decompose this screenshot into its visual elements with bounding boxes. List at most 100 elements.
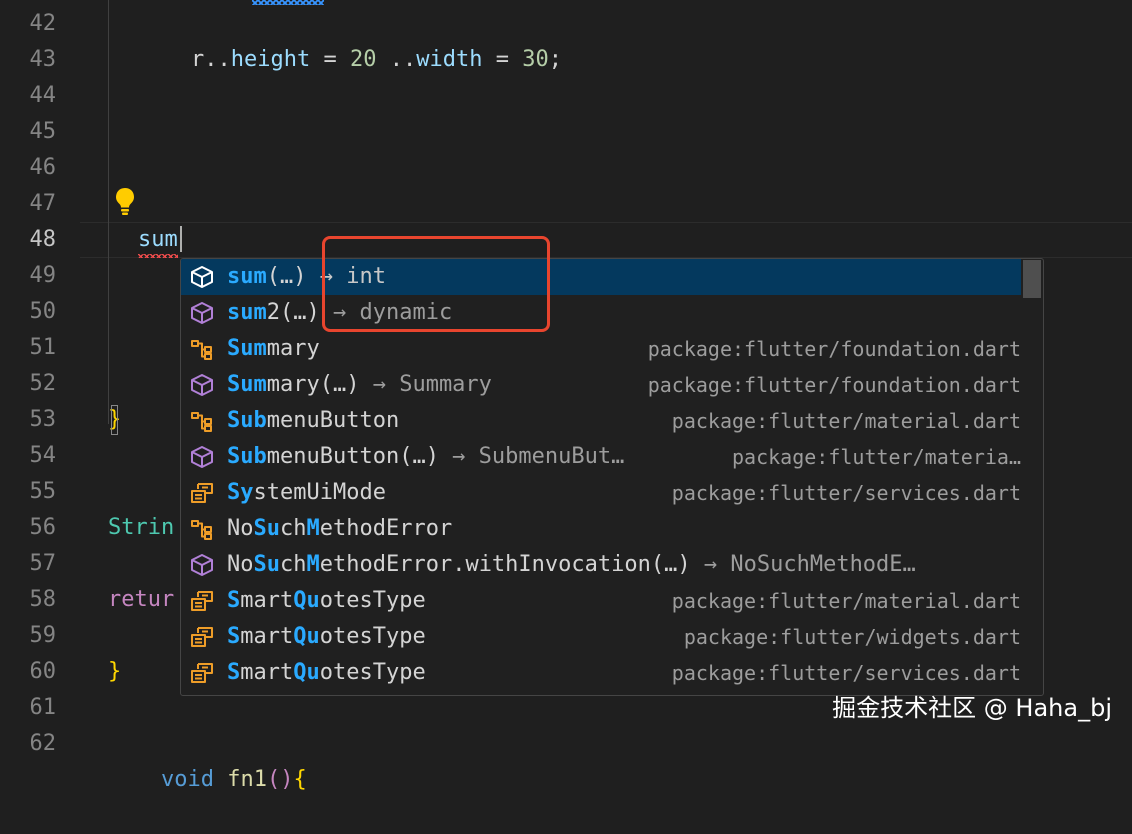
- method-icon: [191, 554, 213, 576]
- detail-text: → NoSuchMethodE…: [690, 552, 916, 577]
- suggestion-item[interactable]: NoSuchMethodError: [181, 511, 1021, 547]
- lightbulb-icon[interactable]: [114, 186, 136, 216]
- line-number: 62: [29, 731, 57, 756]
- suggestion-label: SubmenuButton(…) → SubmenuBut…: [227, 439, 624, 475]
- method-icon: [191, 266, 213, 288]
- suggestion-item[interactable]: SmartQuotesType package:flutter/widgets.…: [181, 619, 1021, 655]
- suggestion-label: NoSuchMethodError: [227, 516, 453, 541]
- suggestion-source: package:flutter/material.dart: [671, 409, 1021, 433]
- line-number: 42: [29, 11, 57, 36]
- line-number: 58: [29, 587, 57, 612]
- class-icon: [191, 520, 212, 540]
- code-token: {: [293, 767, 307, 792]
- suggestion-item[interactable]: SystemUiMode package:flutter/services.da…: [181, 475, 1021, 511]
- method-icon: [191, 446, 213, 468]
- code-token: fn1: [227, 767, 267, 792]
- closing-brace: }: [108, 402, 121, 438]
- match-text: Sub: [227, 444, 267, 469]
- line-number: 57: [29, 551, 57, 576]
- suggestion-item[interactable]: Summary(…) → Summary package:flutter/fou…: [181, 367, 1021, 403]
- label-text: mary: [266, 336, 320, 361]
- suggestion-item[interactable]: SubmenuButton(…) → SubmenuBut… package:f…: [181, 439, 1021, 475]
- suggestion-label: SubmenuButton: [227, 403, 399, 439]
- info-squiggle: [252, 0, 324, 5]
- code-token: void: [160, 767, 214, 792]
- code-token: ..: [376, 47, 417, 72]
- suggestion-label: SmartQuotesType: [227, 660, 426, 685]
- suggestion-label: Summary: [227, 331, 320, 367]
- annotation-highlight-box: [322, 236, 550, 332]
- enum-icon: [191, 591, 213, 611]
- line-number: 56: [29, 515, 57, 540]
- suggestion-label: NoSuchMethodError.withInvocation(…) → No…: [227, 552, 916, 577]
- match-text: sum: [227, 300, 267, 325]
- line-number: 50: [29, 299, 57, 324]
- suggestion-source: package:flutter/foundation.dart: [647, 337, 1021, 361]
- match-text: Sub: [227, 408, 267, 433]
- code-token: 30: [522, 47, 549, 72]
- suggestion-label: SmartQuotesType: [227, 624, 426, 649]
- line-number: 51: [29, 335, 57, 360]
- code-editor[interactable]: 42 43 44 45 46 47 48 49 50 51 52 53 54 5…: [0, 0, 1132, 792]
- class-icon: [191, 340, 212, 360]
- watermark: 掘金技术社区 @ Haha_bj: [832, 694, 1112, 722]
- line-number-active: 48: [29, 227, 57, 252]
- code-line-58[interactable]: retur: [108, 582, 174, 618]
- typed-identifier[interactable]: sum: [138, 222, 178, 258]
- enum-icon: [191, 663, 213, 683]
- suggestion-label: Summary(…) → Summary: [227, 367, 492, 403]
- match-text: sum: [227, 264, 267, 289]
- enum-icon: [191, 483, 213, 503]
- suggest-scrollbar[interactable]: [1023, 260, 1041, 298]
- label-text: menuButton: [266, 408, 400, 433]
- line-number: 59: [29, 623, 57, 648]
- suggest-widget[interactable]: sum(…) → int sum2(…) → dynamic Summary p…: [180, 258, 1044, 696]
- line-number: 45: [29, 119, 57, 144]
- line-number: 53: [29, 407, 57, 432]
- suggestion-source: package:flutter/material.dart: [671, 589, 1021, 613]
- match-text: Sy: [227, 480, 254, 505]
- suggestion-item[interactable]: NoSuchMethodError.withInvocation(…) → No…: [181, 547, 1021, 583]
- line-number: 49: [29, 263, 57, 288]
- suggestion-source: package:flutter/materia…: [732, 445, 1021, 469]
- line-number: 55: [29, 479, 57, 504]
- code-token: height: [230, 47, 311, 72]
- line-number: 43: [29, 47, 57, 72]
- code-token: 20: [349, 47, 377, 72]
- detail-text: → Summary: [359, 372, 492, 397]
- code-token: r..: [190, 47, 231, 72]
- suggestion-item[interactable]: sum(…) → int: [181, 259, 1021, 295]
- code-token: (): [266, 767, 294, 792]
- suggestion-item[interactable]: SmartQuotesType package:flutter/services…: [181, 655, 1021, 691]
- line-number-gutter: 42 43 44 45 46 47 48 49 50 51 52 53 54 5…: [0, 0, 80, 756]
- suggestion-item[interactable]: Summary package:flutter/foundation.dart: [181, 331, 1021, 367]
- code-line-56[interactable]: Strin: [108, 510, 174, 546]
- suggestion-label: SmartQuotesType: [227, 588, 426, 613]
- class-icon: [191, 412, 212, 432]
- code-token: width: [416, 47, 483, 72]
- label-text: stemUiMode: [253, 480, 386, 505]
- text-cursor: [180, 226, 182, 252]
- suggestion-item[interactable]: SmartQuotesType package:flutter/material…: [181, 583, 1021, 619]
- line-number: 46: [29, 155, 57, 180]
- current-line-highlight: [80, 222, 1132, 258]
- suggestion-item[interactable]: sum2(…) → dynamic: [181, 295, 1021, 331]
- match-text: Sum: [227, 372, 267, 397]
- label-text: mary(…): [266, 372, 360, 397]
- code-token: =: [310, 47, 350, 72]
- suggestion-item[interactable]: SubmenuButton package:flutter/material.d…: [181, 403, 1021, 439]
- match-text: Sum: [227, 336, 267, 361]
- line-number: 52: [29, 371, 57, 396]
- suggestion-source: package:flutter/services.dart: [671, 481, 1021, 505]
- detail-text: → SubmenuBut…: [438, 444, 625, 469]
- line-number: 61: [29, 695, 57, 720]
- suggestion-source: package:flutter/services.dart: [671, 661, 1021, 685]
- line-number: 54: [29, 443, 57, 468]
- label-text: 2(…): [266, 300, 320, 325]
- closing-brace: }: [108, 659, 122, 684]
- indent-guide: [108, 0, 109, 424]
- code-line-62[interactable]: void fn1(){: [108, 726, 307, 792]
- suggestion-source: package:flutter/foundation.dart: [647, 373, 1021, 397]
- suggestion-source: package:flutter/widgets.dart: [683, 625, 1021, 649]
- code-line-42[interactable]: r..height = 20 ..width = 30;: [138, 6, 562, 72]
